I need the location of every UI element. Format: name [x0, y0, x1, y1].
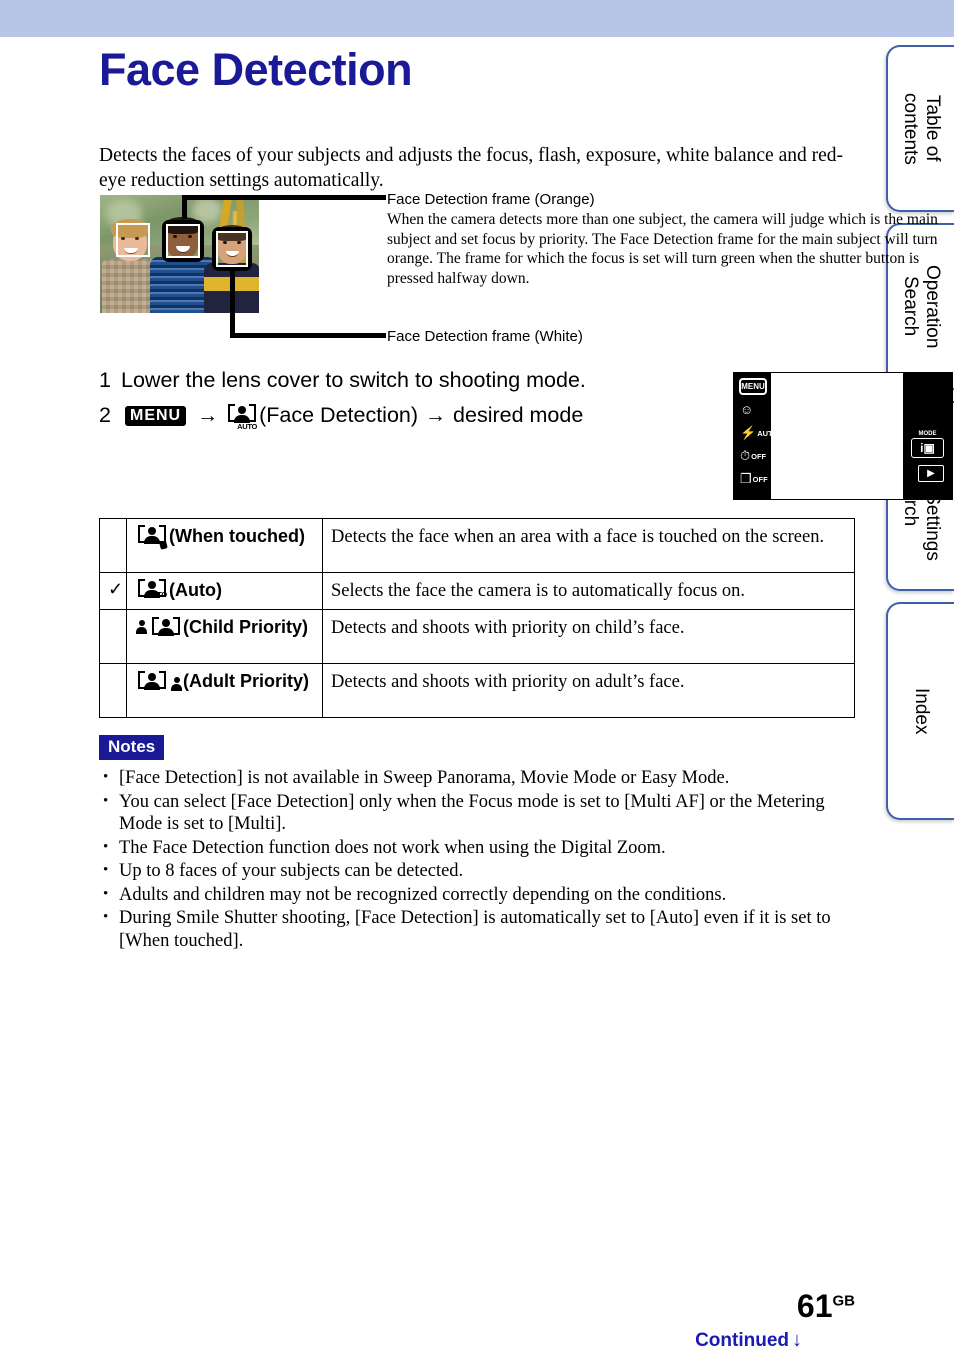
table-cell-default-marker	[99, 663, 127, 719]
step-2-number: 2	[99, 403, 111, 427]
table-row: ✓ AUTO (Auto) Selects the face the camer…	[99, 571, 855, 611]
lcd-mode-label: MODE	[918, 431, 937, 437]
notes-section: Notes [Face Detection] is not available …	[99, 735, 855, 953]
list-item: Up to 8 faces of your subjects can be de…	[99, 859, 855, 883]
table-cell-default-marker: ✓	[99, 571, 127, 611]
list-item: You can select [Face Detection] only whe…	[99, 790, 855, 836]
arrow-down-icon: ↓	[792, 1329, 802, 1351]
step-2: 2 MENU → AUTO (Face Detection) → desired…	[99, 403, 639, 431]
arrow-right-icon: →	[197, 403, 219, 427]
face-child-priority-icon	[136, 616, 180, 641]
lcd-smile-shutter-icon[interactable]: ☺	[740, 402, 753, 417]
table-cell-description: Detects and shoots with priority on adul…	[322, 663, 855, 719]
intro-paragraph: Detects the faces of your subjects and a…	[99, 144, 843, 191]
flash-icon: ⚡	[740, 425, 757, 440]
table-row: (When touched) Detects the face when an …	[99, 518, 855, 573]
list-item: [Face Detection] is not available in Swe…	[99, 766, 855, 790]
page-number-suffix: GB	[832, 1292, 856, 1310]
page-number-value: 61	[796, 1288, 833, 1324]
mode-label: (When touched)	[169, 526, 305, 546]
burst-icon: ❐	[740, 471, 752, 486]
table-cell-default-marker	[99, 609, 127, 665]
table-cell-description: Detects the face when an area with a fac…	[322, 518, 855, 573]
table-row: (Child Priority) Detects and shoots with…	[99, 609, 855, 665]
lcd-menu-label: MENU	[741, 382, 765, 391]
notes-badge: Notes	[99, 735, 165, 760]
mode-label: (Adult Priority)	[183, 671, 309, 692]
table-row: (Adult Priority) Detects and shoots with…	[99, 663, 855, 719]
face-detection-frame-white	[116, 223, 150, 257]
camera-mode-icon: i▣	[911, 438, 944, 458]
list-item: The Face Detection function does not wor…	[99, 836, 855, 860]
sidebar-tab-table-of-contents[interactable]: Table of contents	[886, 45, 954, 212]
page-title: Face Detection	[99, 44, 413, 95]
callout-line-white-horizontal	[230, 333, 386, 338]
lcd-playback-button[interactable]: ▶	[918, 465, 944, 482]
lcd-timer-value: OFF	[751, 451, 767, 461]
lcd-menu-button[interactable]: MENU	[739, 378, 767, 395]
sidebar-tab-index[interactable]: Index	[886, 602, 954, 820]
notes-list: [Face Detection] is not available in Swe…	[99, 766, 855, 952]
face-touch-icon	[138, 525, 168, 551]
callout-white-title: Face Detection frame (White)	[387, 328, 583, 345]
table-cell-mode-name: (Child Priority)	[126, 609, 323, 665]
sample-photo-three-children	[100, 195, 259, 313]
table-cell-mode-name: (When touched)	[126, 518, 323, 573]
camera-lcd-illustration: MENU ☺ ⚡ AUTO ⏱ OFF ❐ OFF MODE i▣ ▶	[733, 372, 953, 500]
default-check-icon: ✓	[108, 579, 124, 599]
step-1-text: Lower the lens cover to switch to shooti…	[121, 368, 586, 392]
face-detection-frame-third-inner	[216, 231, 248, 267]
face-detection-modes-table: (When touched) Detects the face when an …	[99, 518, 855, 719]
face-auto-icon: AUTO	[228, 403, 257, 431]
table-cell-mode-name: AUTO (Auto)	[126, 571, 323, 611]
lcd-burst-icon[interactable]: ❐ OFF	[740, 471, 768, 487]
step-2-icon-label: (Face Detection)	[259, 403, 419, 427]
list-item: During Smile Shutter shooting, [Face Det…	[99, 906, 855, 952]
smile-icon: ☺	[740, 402, 754, 417]
mode-label: (Child Priority)	[183, 617, 308, 638]
callout-orange-title: Face Detection frame (Orange)	[387, 191, 595, 208]
table-cell-mode-name: (Adult Priority)	[126, 663, 323, 719]
sidebar-tab-label: Table of contents	[900, 92, 943, 165]
lcd-self-timer-icon[interactable]: ⏱ OFF	[740, 448, 766, 464]
callout-line-orange-horizontal	[182, 195, 287, 200]
callout-orange-frame: Face Detection frame (Orange) When the c…	[387, 190, 952, 288]
lcd-mode-button[interactable]: MODE i▣	[911, 431, 944, 458]
table-cell-description: Detects and shoots with priority on chil…	[322, 609, 855, 665]
face-auto-icon: AUTO	[138, 579, 167, 603]
face-detection-frame-orange-inner	[166, 224, 200, 258]
step-1-number: 1	[99, 368, 111, 392]
lcd-burst-value: OFF	[752, 474, 768, 484]
face-adult-priority-icon	[138, 670, 182, 695]
callout-orange-body: When the camera detects more than one su…	[387, 211, 938, 287]
procedure-steps: 1 Lower the lens cover to switch to shoo…	[99, 368, 639, 438]
page-number: 61GB	[797, 1288, 855, 1325]
table-cell-default-marker	[99, 518, 127, 573]
top-decorative-band	[0, 0, 954, 37]
continued-link[interactable]: Continued ↓	[695, 1329, 802, 1352]
step-2-tail: desired mode	[453, 403, 584, 427]
arrow-right-icon-2: →	[425, 403, 447, 427]
table-cell-description: Selects the face the camera is to automa…	[322, 571, 855, 611]
step-1: 1 Lower the lens cover to switch to shoo…	[99, 368, 639, 393]
callout-line-orange-extension	[284, 195, 386, 200]
callout-line-white-vertical	[230, 268, 235, 338]
mode-label: (Auto)	[169, 580, 222, 600]
lcd-flash-icon[interactable]: ⚡ AUTO	[740, 425, 778, 441]
timer-icon: ⏱	[740, 448, 751, 463]
lcd-flash-value: AUTO	[757, 428, 779, 438]
menu-button-chip[interactable]: MENU	[125, 405, 187, 426]
sidebar-tab-label: Index	[911, 687, 932, 735]
continued-label: Continued	[695, 1330, 789, 1351]
play-icon: ▶	[927, 468, 935, 479]
figure-face-detection-frames: Face Detection frame (Orange) When the c…	[99, 190, 938, 345]
list-item: Adults and children may not be recognize…	[99, 883, 855, 907]
